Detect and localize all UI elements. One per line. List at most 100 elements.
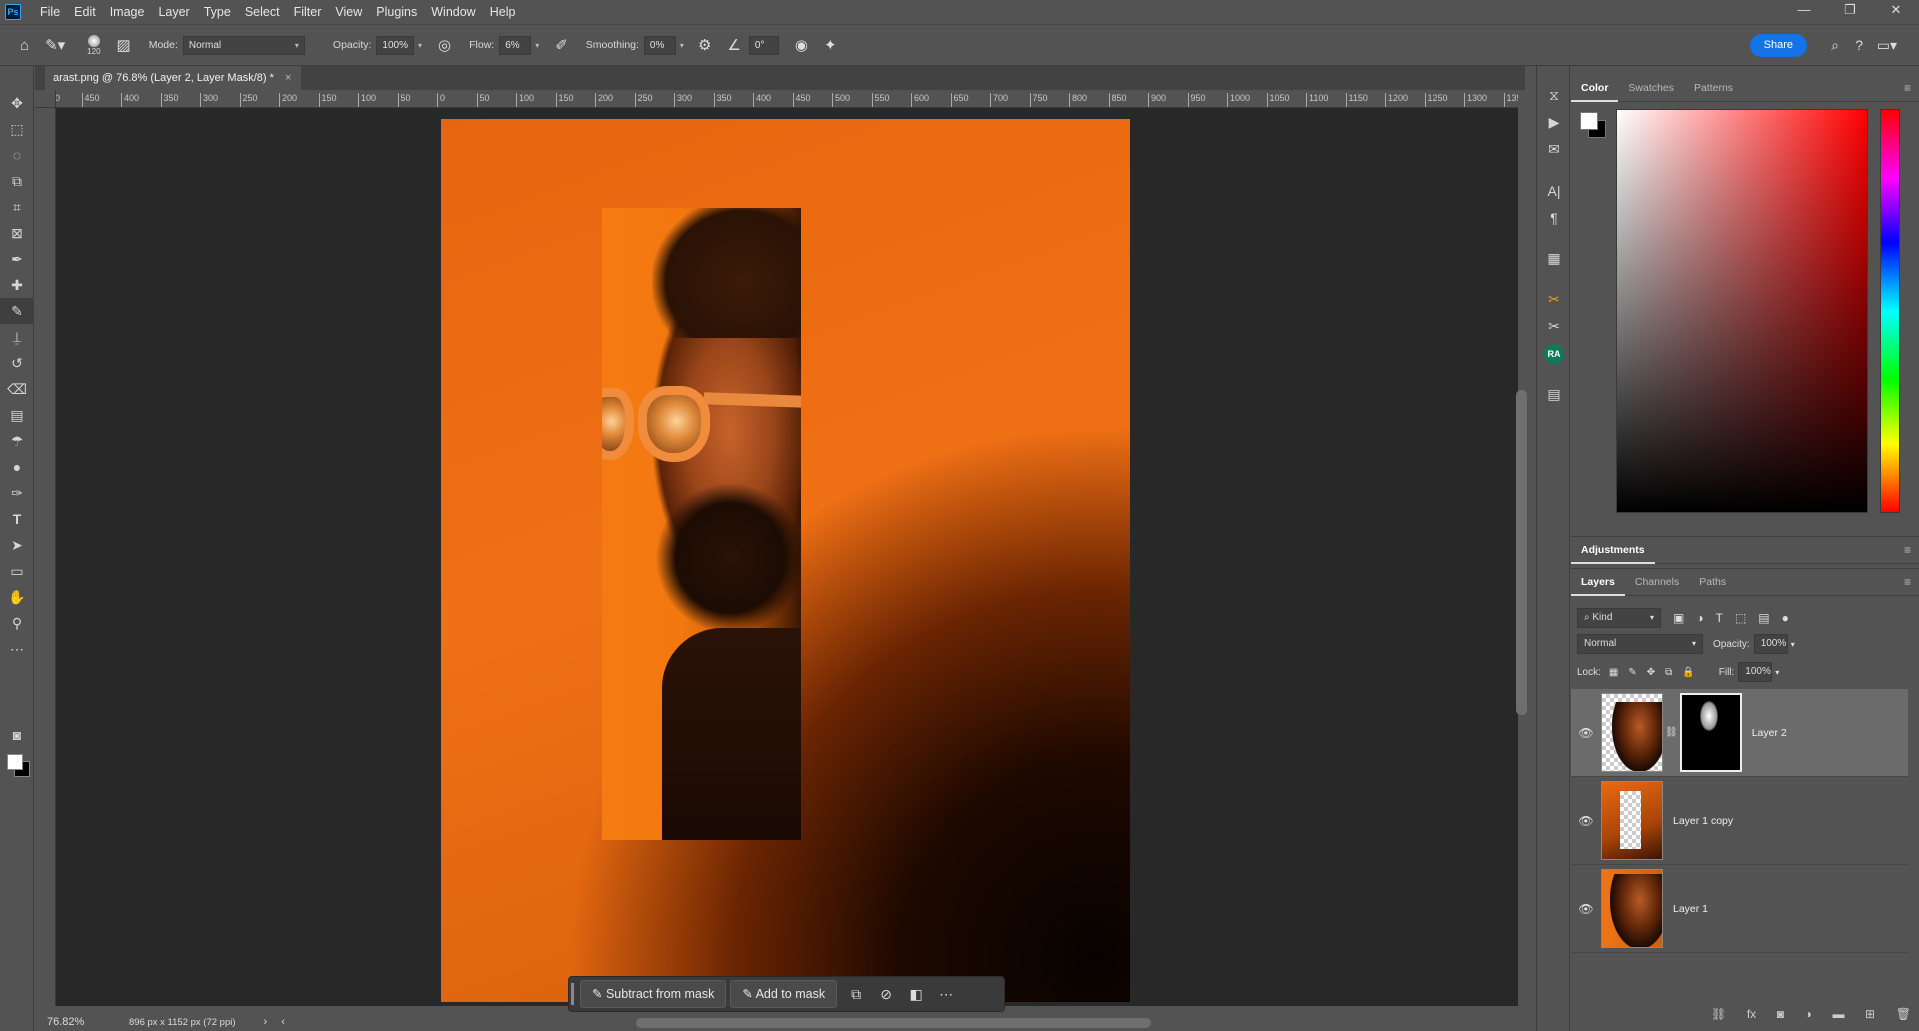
lock-position-icon[interactable]: ✥	[1647, 667, 1655, 678]
search-icon[interactable]: ⌕	[1831, 37, 1839, 54]
blur-tool-icon[interactable]: ☂	[0, 428, 34, 454]
fill-input[interactable]: 100%	[1738, 662, 1773, 682]
tab-channels[interactable]: Channels	[1625, 568, 1689, 596]
menu-type[interactable]: Type	[197, 0, 238, 24]
link-layers-icon[interactable]: ⛓	[1711, 1007, 1726, 1027]
tab-color[interactable]: Color	[1571, 74, 1619, 102]
vertical-scrollbar[interactable]	[1516, 390, 1527, 715]
fx-icon[interactable]: fx	[1747, 1007, 1756, 1027]
tab-layers[interactable]: Layers	[1571, 568, 1625, 596]
lock-pixels-icon[interactable]: ✎	[1628, 667, 1636, 678]
horizontal-scrollbar[interactable]	[636, 1018, 1151, 1028]
layer-opacity-input[interactable]: 100%	[1753, 634, 1788, 654]
close-tab-icon[interactable]: ×	[285, 72, 291, 84]
filter-toggle-icon[interactable]: ●	[1782, 611, 1789, 625]
status-arrow-icon[interactable]: ›	[264, 1016, 268, 1028]
layer-name[interactable]: Layer 1 copy	[1673, 815, 1733, 827]
brush-preset-icon[interactable]: ✎▾	[45, 36, 65, 54]
lock-all-icon[interactable]: 🔒	[1682, 667, 1694, 678]
filter-smart-object-icon[interactable]: ▤	[1758, 611, 1769, 625]
layer-thumbnail[interactable]	[1601, 693, 1663, 772]
menu-edit[interactable]: Edit	[67, 0, 103, 24]
gradient-panel-icon[interactable]: ▤	[1537, 381, 1571, 408]
menu-layer[interactable]: Layer	[151, 0, 196, 24]
new-group-icon[interactable]: ▬	[1832, 1007, 1844, 1027]
opacity-input[interactable]: 100%	[376, 35, 414, 55]
brush-size-preview[interactable]: 120	[87, 34, 101, 56]
color-picker-field[interactable]	[1616, 109, 1868, 513]
filter-kind-select[interactable]: ⌕ Kind ▾	[1577, 608, 1661, 628]
lock-artboard-icon[interactable]: ⧉	[1665, 667, 1672, 678]
panel-menu-icon[interactable]: ≡	[1904, 575, 1911, 589]
libraries-icon[interactable]: ▦	[1537, 245, 1571, 272]
minimize-icon[interactable]: —	[1781, 0, 1827, 22]
help-icon[interactable]: ?	[1855, 37, 1863, 53]
menu-help[interactable]: Help	[483, 0, 523, 24]
foreground-color-swatch[interactable]	[7, 754, 23, 770]
zoom-tool-icon[interactable]: ⚲	[0, 610, 34, 636]
document-canvas[interactable]	[441, 119, 1130, 1002]
layer-row[interactable]: 👁 Layer 1 copy	[1571, 777, 1908, 865]
trash-icon[interactable]: 🗑	[1896, 1007, 1911, 1027]
eraser-tool-icon[interactable]: ⌫	[0, 376, 34, 402]
invert-mask-icon[interactable]: ◧	[901, 986, 931, 1003]
share-button[interactable]: Share	[1749, 34, 1807, 57]
actions-play-icon[interactable]: ▶	[1537, 109, 1571, 136]
mode-select[interactable]: Normal ▾	[182, 35, 305, 55]
smoothing-input[interactable]: 0%	[643, 35, 676, 55]
layer-thumbnail[interactable]	[1601, 869, 1663, 948]
blend-mode-select[interactable]: Normal ▾	[1577, 634, 1703, 654]
layer-name[interactable]: Layer 1	[1673, 903, 1708, 915]
chevron-down-icon[interactable]: ▾	[1775, 668, 1779, 677]
filter-shape-icon[interactable]: ⬚	[1735, 611, 1746, 625]
object-selection-tool-icon[interactable]: ⧉	[0, 168, 34, 194]
brush-tool-icon[interactable]: ✎	[0, 298, 34, 324]
lasso-tool-icon[interactable]: ◌	[0, 142, 34, 168]
zoom-level[interactable]: 76.82%	[47, 1016, 107, 1028]
tab-swatches[interactable]: Swatches	[1618, 74, 1684, 102]
type-tool-icon[interactable]: T	[0, 506, 34, 532]
healing-brush-tool-icon[interactable]: ✚	[0, 272, 34, 298]
menu-image[interactable]: Image	[103, 0, 152, 24]
move-tool-icon[interactable]: ✥	[0, 90, 34, 116]
hand-tool-icon[interactable]: ✋	[0, 584, 34, 610]
quick-mask-icon[interactable]: ◙	[0, 722, 34, 748]
subtract-from-mask-button[interactable]: ✎ Subtract from mask	[580, 980, 727, 1008]
stamp-tool-icon[interactable]: ⍊	[0, 324, 34, 350]
gear-icon[interactable]: ⚙	[698, 36, 711, 54]
add-mask-icon[interactable]: ◙	[1777, 1007, 1784, 1027]
symmetry-icon[interactable]: ✦	[824, 36, 837, 54]
menu-filter[interactable]: Filter	[287, 0, 329, 24]
pressure-opacity-icon[interactable]: ◎	[438, 36, 451, 54]
layer-row[interactable]: 👁 Layer 1	[1571, 865, 1908, 953]
adjustment-layer-icon[interactable]: ◑	[1805, 1007, 1812, 1027]
eyedropper-tool-icon[interactable]: ✒	[0, 246, 34, 272]
layer-thumbnail[interactable]	[1601, 781, 1663, 860]
menu-window[interactable]: Window	[424, 0, 482, 24]
document-tab[interactable]: arast.png @ 76.8% (Layer 2, Layer Mask/8…	[45, 66, 302, 90]
color-foreground-swatch[interactable]	[1580, 112, 1598, 130]
more-tools-icon[interactable]: ⋯	[0, 636, 34, 662]
chevron-down-icon[interactable]: ▾	[680, 41, 684, 50]
paragraph-icon[interactable]: ¶	[1537, 204, 1571, 231]
workspace-icon[interactable]: ▭▾	[1877, 37, 1897, 54]
tab-paths[interactable]: Paths	[1689, 568, 1736, 596]
link-icon[interactable]: ⛓	[1665, 727, 1678, 738]
panel-menu-icon[interactable]: ≡	[1904, 81, 1911, 95]
menu-file[interactable]: File	[33, 0, 67, 24]
plugin-tool-icon[interactable]: ✂	[1537, 286, 1571, 313]
menu-view[interactable]: View	[328, 0, 369, 24]
layer-name[interactable]: Layer 2	[1752, 727, 1787, 739]
chevron-down-icon[interactable]: ▾	[1791, 640, 1795, 649]
path-selection-tool-icon[interactable]: ➤	[0, 532, 34, 558]
disable-mask-icon[interactable]: ⊘	[871, 986, 901, 1003]
comments-icon[interactable]: ✉	[1537, 136, 1571, 163]
restore-icon[interactable]: ❐	[1827, 0, 1873, 22]
history-icon[interactable]: ⧖	[1537, 82, 1571, 109]
chevron-down-icon[interactable]: ▾	[535, 41, 539, 50]
home-icon[interactable]: ⌂	[20, 37, 29, 54]
angle-input[interactable]: 0°	[748, 35, 779, 55]
marquee-tool-icon[interactable]: ⬚	[0, 116, 34, 142]
canvas-area[interactable]	[56, 108, 1518, 1006]
rectangle-tool-icon[interactable]: ▭	[0, 558, 34, 584]
